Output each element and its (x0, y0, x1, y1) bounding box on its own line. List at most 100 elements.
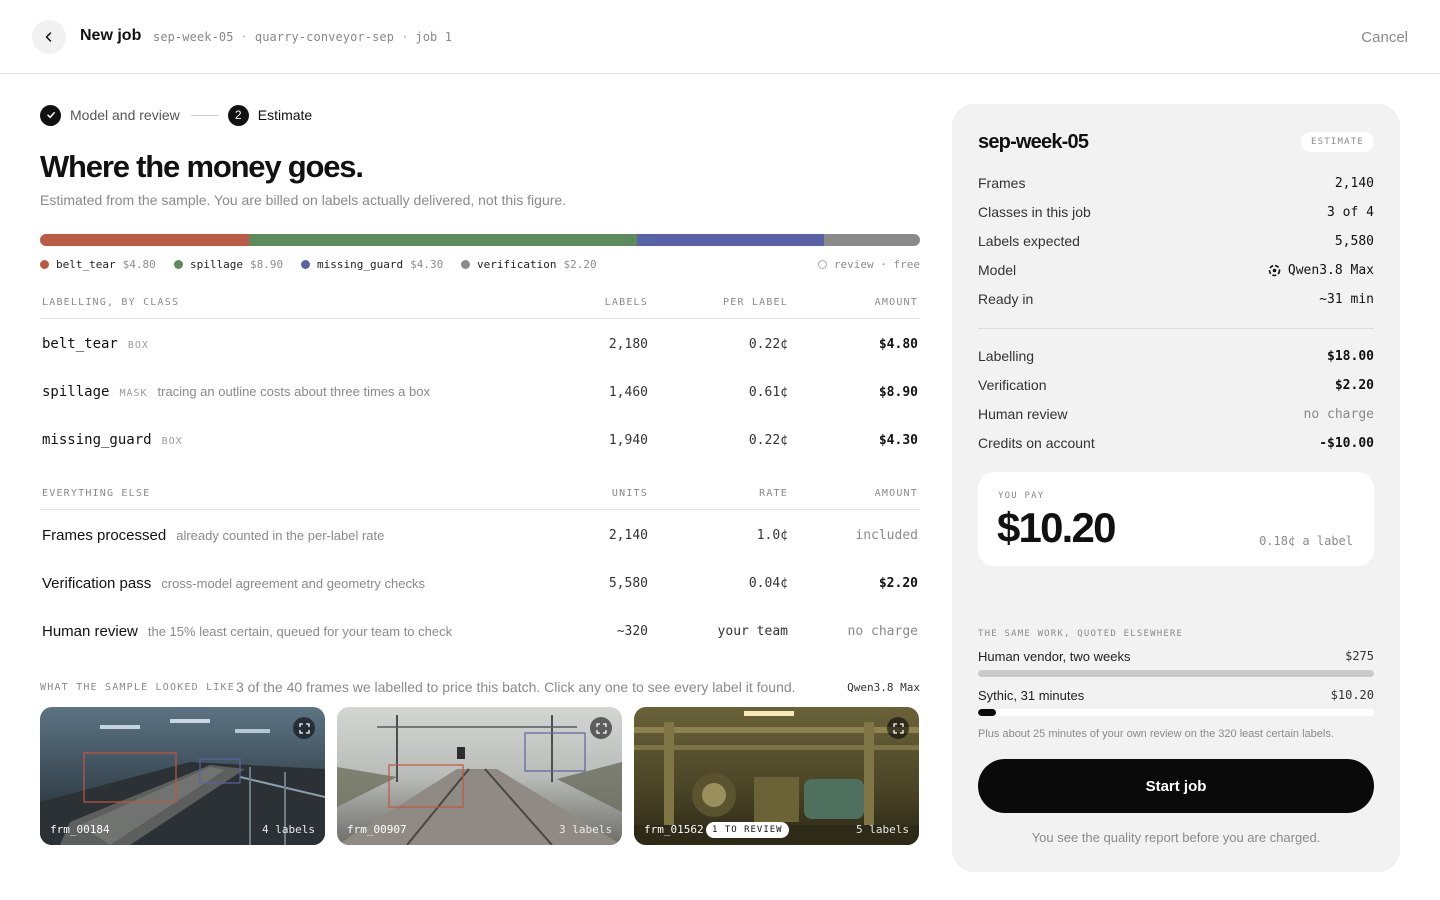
step-2-number: 2 (227, 104, 249, 126)
item-name: Human review (42, 623, 138, 640)
class-type-tag: BOX (161, 436, 183, 447)
column-header-item: EVERYTHING ELSE (42, 488, 151, 499)
per-label-cost: 0.18¢ a label (1259, 534, 1353, 548)
breadcrumb-project[interactable]: quarry-conveyor-sep (255, 30, 394, 44)
legend-swatch (301, 260, 310, 269)
legend-amount: $2.20 (563, 258, 597, 271)
summary-key: Model (978, 262, 1017, 278)
per-label-price: 0.61¢ (748, 385, 788, 400)
cost-row-verification: Verification $2.20 (978, 377, 1374, 395)
step-1-check-icon[interactable] (40, 104, 61, 126)
per-label-price: 0.22¢ (748, 337, 788, 352)
frame-id: frm_01562 (644, 823, 704, 836)
legend-amount: $8.90 (249, 258, 284, 271)
unit-count: 5,580 (608, 576, 648, 591)
cost-row-labelling: Labelling $18.00 (978, 348, 1374, 366)
column-header-class: LABELLING, BY CLASS (42, 297, 180, 308)
column-header-labels: LABELS (604, 297, 648, 308)
sample-frame-card[interactable]: frm_01562 1 TO REVIEW 5 labels (634, 707, 919, 845)
comparison-bar-sythic (978, 709, 1374, 716)
start-job-button[interactable]: Start job (978, 759, 1374, 813)
expand-icon[interactable] (887, 717, 909, 739)
column-header-amount: AMOUNT (874, 488, 918, 499)
estimate-badge: ESTIMATE (1301, 132, 1374, 152)
sample-header: WHAT THE SAMPLE LOOKED LIKE 3 of the 40 … (40, 679, 920, 697)
page-title: New job (80, 27, 142, 44)
class-name: spillage (42, 384, 110, 400)
cost-segment-missing-guard (636, 234, 825, 246)
column-header-units: UNITS (611, 488, 648, 499)
main-heading: Where the money goes. (40, 149, 364, 184)
column-header-per-label: PER LABEL (723, 297, 788, 308)
sample-caption: WHAT THE SAMPLE LOOKED LIKE (40, 682, 235, 693)
cost-value: -$10.00 (1319, 436, 1374, 451)
you-pay-caption: YOU PAY (998, 491, 1045, 501)
unit-rate: 1.0¢ (756, 528, 788, 543)
summary-value: 2,140 (1334, 176, 1374, 191)
frame-id: frm_00907 (347, 823, 407, 836)
model-logo-icon (1268, 264, 1281, 277)
you-pay-amount: $10.20 (997, 504, 1116, 551)
sample-frame-card[interactable]: frm_00184 4 labels (40, 707, 325, 845)
comparison-bar-vendor (978, 670, 1374, 677)
label-count: 1,460 (608, 385, 648, 400)
comparison-label: Sythic, 31 minutes (978, 688, 1085, 703)
row-amount: included (855, 528, 918, 543)
breadcrumb-job: job 1 (415, 30, 453, 44)
expand-icon[interactable] (293, 717, 315, 739)
sample-frame-card[interactable]: frm_00907 3 labels (337, 707, 622, 845)
legend-name: spillage (190, 258, 243, 271)
legend-item-spillage: spillage $8.90 (174, 258, 283, 271)
comparison-value: $275 (1345, 649, 1374, 663)
legend-item-verification: verification $2.20 (461, 258, 597, 271)
comparison-note: Plus about 25 minutes of your own review… (978, 728, 1334, 740)
frame-label-count: 3 labels (559, 823, 612, 836)
row-amount: $4.30 (878, 433, 918, 448)
sample-model: Qwen3.8 Max (847, 681, 920, 694)
row-amount: $8.90 (878, 385, 918, 400)
table-row: missing_guard BOX 1,940 0.22¢ $4.30 (40, 430, 920, 452)
label-count: 1,940 (608, 433, 648, 448)
breadcrumb-dataset[interactable]: sep-week-05 (153, 30, 234, 44)
comparison-row-vendor: Human vendor, two weeks $275 (978, 649, 1374, 665)
summary-key: Ready in (978, 291, 1034, 307)
step-1-label[interactable]: Model and review (70, 107, 180, 123)
cost-value: $2.20 (1334, 378, 1374, 393)
chevron-left-icon (45, 32, 52, 42)
class-name: belt_tear (42, 336, 118, 352)
you-pay-card: YOU PAY $10.20 0.18¢ a label (978, 472, 1374, 566)
legend-free-label: review · free (833, 258, 920, 271)
class-type-tag: MASK (119, 388, 148, 399)
summary-value: 3 of 4 (1327, 205, 1374, 220)
table-row: Frames processed already counted in the p… (40, 525, 920, 547)
label-count: 2,180 (608, 337, 648, 352)
cost-value: no charge (1303, 407, 1374, 422)
cost-segment-belt-tear (40, 234, 250, 246)
row-amount: $4.80 (878, 337, 918, 352)
estimate-summary-panel: sep-week-05 ESTIMATE Frames 2,140 Classe… (952, 104, 1400, 872)
cancel-button[interactable]: Cancel (1361, 29, 1408, 46)
class-name: missing_guard (42, 432, 152, 448)
comparison-bar-fill (978, 709, 996, 716)
summary-row-ready: Ready in ~31 min (978, 291, 1374, 309)
item-name: Frames processed (42, 527, 167, 544)
comparison-value: $10.20 (1330, 688, 1374, 702)
back-button[interactable] (32, 20, 66, 54)
summary-row-model: Model Qwen3.8 Max (978, 262, 1374, 280)
cost-key: Human review (978, 406, 1068, 422)
summary-key: Labels expected (978, 233, 1080, 249)
row-note: tracing an outline costs about three tim… (157, 384, 430, 399)
comparison-label: Human vendor, two weeks (978, 649, 1131, 664)
legend-name: verification (477, 258, 557, 271)
cost-segment-spillage (249, 234, 637, 246)
legend-amount: $4.80 (122, 258, 156, 271)
comparison-row-sythic: Sythic, 31 minutes $10.20 (978, 688, 1374, 704)
legend-swatch (461, 260, 470, 269)
empty-circle-icon (817, 260, 827, 269)
expand-icon[interactable] (590, 717, 612, 739)
cost-breakdown-bar (40, 234, 920, 246)
cost-key: Verification (978, 377, 1047, 393)
summary-value: ~31 min (1319, 292, 1374, 307)
row-amount: $2.20 (878, 576, 918, 591)
review-badge: 1 TO REVIEW (706, 822, 789, 838)
